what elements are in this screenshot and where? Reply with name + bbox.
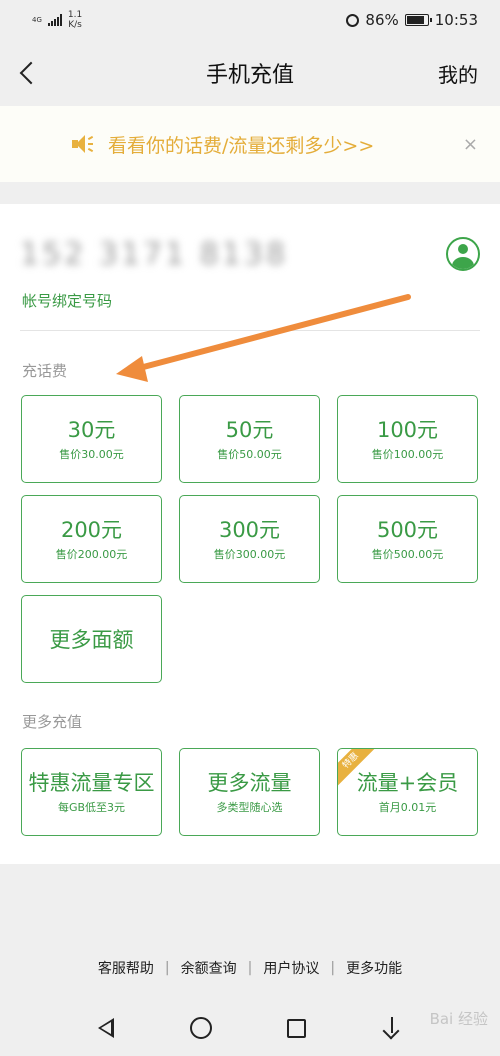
option-price: 售价30.00元 [59,448,124,461]
option-price: 售价200.00元 [55,548,128,561]
footer-link-more[interactable]: 更多功能 [346,958,402,978]
data-membership-tile[interactable]: 特惠 流量+会员 首月0.01元 [337,748,478,836]
tile-subtitle: 首月0.01元 [378,801,437,814]
recharge-option-500[interactable]: 500元 售价500.00元 [337,495,478,583]
system-back-icon[interactable] [97,1018,114,1038]
status-right: 86% 10:53 [346,11,478,29]
more-recharge-grid: 特惠流量专区 每GB低至3元 更多流量 多类型随心选 特惠 流量+会员 首月0.… [21,748,479,836]
notification-down-icon[interactable] [382,1017,402,1039]
status-bar: 4G 1.1 K/s 86% 10:53 [0,0,500,40]
recharge-option-50[interactable]: 50元 售价50.00元 [179,395,320,483]
option-amount: 500元 [376,518,439,542]
more-denominations-label: 更多面额 [49,628,134,652]
speed-value: 1.1 [67,10,83,20]
option-amount: 200元 [60,518,123,542]
option-amount: 300元 [218,518,281,542]
battery-icon [404,14,432,26]
footer-link-agreement[interactable]: 用户协议 [263,958,319,978]
footer-links: 客服帮助 | 余额查询 | 用户协议 | 更多功能 [0,958,500,978]
watermark: Bai 经验 [429,1010,488,1028]
data-deals-tile[interactable]: 特惠流量专区 每GB低至3元 [21,748,162,836]
recharge-option-200[interactable]: 200元 售价200.00元 [21,495,162,583]
footer-link-help[interactable]: 客服帮助 [98,958,154,978]
separator: | [247,960,253,976]
back-arrow-icon[interactable] [16,61,40,85]
separator: | [330,960,336,976]
speaker-icon [72,134,96,154]
signal-icon [47,14,62,26]
recharge-options-grid: 30元 售价30.00元 50元 售价50.00元 100元 售价100.00元… [21,395,479,683]
phone-number[interactable]: 152 3171 8138 [20,237,288,272]
system-nav-bar [0,1000,500,1056]
page-title: 手机充值 [205,63,294,88]
more-denominations-button[interactable]: 更多面额 [21,595,162,683]
recharge-option-300[interactable]: 300元 售价300.00元 [179,495,320,583]
option-amount: 50元 [225,418,274,442]
system-home-icon[interactable] [189,1017,212,1039]
system-recents-icon[interactable] [287,1018,307,1038]
tile-title: 特惠流量专区 [28,771,155,795]
recharge-option-30[interactable]: 30元 售价30.00元 [21,395,162,483]
speed-unit: K/s [68,20,82,30]
status-left: 4G 1.1 K/s [32,10,82,30]
option-price: 售价300.00元 [213,548,286,561]
tile-subtitle: 每GB低至3元 [57,801,126,814]
more-data-tile[interactable]: 更多流量 多类型随心选 [179,748,320,836]
tile-title: 更多流量 [207,771,292,795]
recharge-option-100[interactable]: 100元 售价100.00元 [337,395,478,483]
option-price: 售价100.00元 [371,448,444,461]
alarm-icon [346,13,360,27]
tile-title: 流量+会员 [356,771,459,795]
clock: 10:53 [434,11,478,29]
separator: | [164,960,170,976]
recharge-section-title: 充话费 [22,362,68,380]
battery-percent: 86% [365,11,399,29]
network-type: 4G [32,16,42,24]
recharge-card: 152 3171 8138 帐号绑定号码 充话费 30元 售价30.00元 50… [0,204,500,864]
mine-link[interactable]: 我的 [438,59,478,88]
more-recharge-section-title: 更多充值 [22,713,83,731]
option-price: 售价500.00元 [371,548,444,561]
notice-text[interactable]: 看看你的话费/流量还剩多少>> [108,131,463,158]
contact-avatar-icon[interactable] [446,237,480,271]
divider [20,330,480,331]
notice-banner[interactable]: 看看你的话费/流量还剩多少>> × [0,106,500,182]
footer-link-balance[interactable]: 余额查询 [181,958,237,978]
close-icon[interactable]: × [463,134,478,155]
option-amount: 30元 [67,418,116,442]
account-row: 152 3171 8138 [20,234,480,274]
network-speed: 1.1 K/s [68,10,82,30]
tile-subtitle: 多类型随心选 [216,801,283,814]
nav-bar: 手机充值 我的 [0,40,500,106]
option-price: 售价50.00元 [217,448,282,461]
bound-number-label: 帐号绑定号码 [22,292,113,310]
option-amount: 100元 [376,418,439,442]
